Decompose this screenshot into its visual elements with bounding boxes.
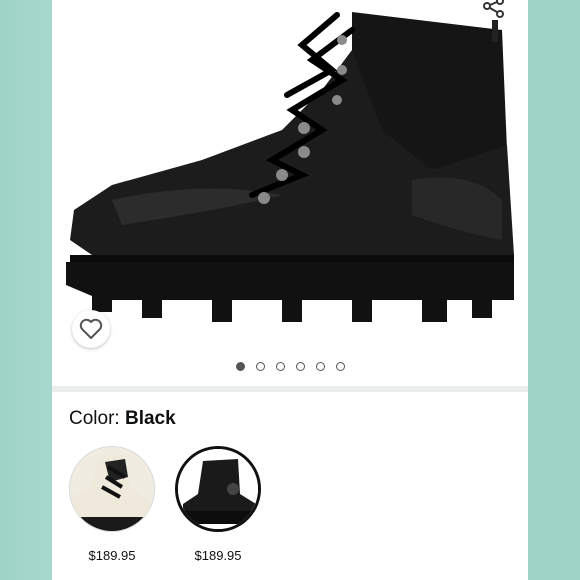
pagination-dot[interactable]: [275, 362, 285, 371]
product-image: [66, 12, 514, 322]
pagination-dot[interactable]: [335, 362, 345, 371]
swatch-image: [178, 449, 258, 529]
color-label: Color:: [69, 408, 125, 429]
selected-color: Black: [124, 408, 176, 429]
pagination-dot[interactable]: [235, 362, 245, 371]
swatch-price: $189.95: [194, 548, 242, 563]
swatch-image: [70, 447, 154, 531]
color-swatch-cream[interactable]: [69, 446, 155, 532]
product-page: Color: Black $189.95 $189.95: [52, 0, 528, 580]
boot-sole: [66, 262, 514, 322]
color-variation-label: Color: Black: [69, 408, 176, 430]
color-swatch-black[interactable]: [175, 446, 261, 532]
swatch-price: $189.95: [88, 548, 136, 563]
share-icon[interactable]: [482, 0, 506, 20]
section-divider: [52, 386, 528, 392]
image-pagination-dots: [52, 362, 528, 376]
pagination-dot[interactable]: [255, 362, 265, 371]
pagination-dot[interactable]: [315, 362, 325, 371]
wishlist-heart-button[interactable]: [72, 310, 110, 348]
heart-icon: [79, 318, 103, 339]
pagination-dot[interactable]: [295, 362, 305, 371]
product-image-gallery[interactable]: [52, 0, 528, 352]
